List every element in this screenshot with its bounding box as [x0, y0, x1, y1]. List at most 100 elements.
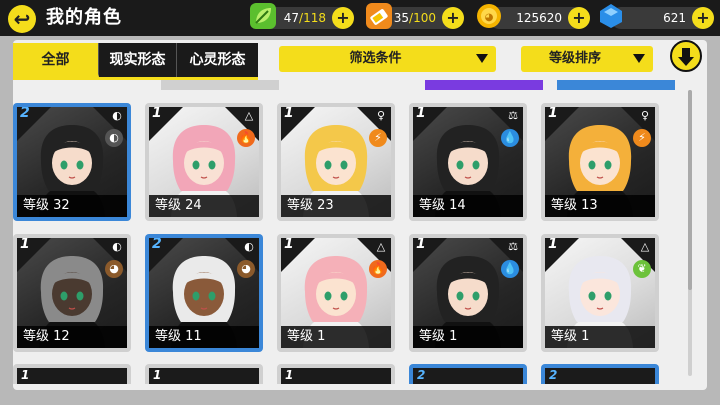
rarity-stars: 1: [416, 107, 426, 121]
energy-current: 35: [393, 11, 410, 25]
form-tabs: 全部 现实形态 心灵形态: [13, 43, 258, 77]
rarity-stars: 2: [20, 107, 30, 121]
coin-resource: ◕ 125620 +: [477, 4, 590, 29]
character-portrait-frame: 1: [17, 368, 127, 384]
stamina-max: /118: [299, 11, 326, 25]
class-symbol-icon: △: [376, 240, 386, 253]
character-card[interactable]: 1 △ 🔥 等级 1: [277, 234, 395, 352]
character-level: 等级 13: [545, 195, 655, 217]
fire-element-icon: 🔥: [369, 260, 387, 278]
character-card[interactable]: 1 ◐ ◕ 等级 12: [13, 234, 131, 352]
back-arrow-icon[interactable]: ↩: [8, 5, 36, 33]
character-card[interactable]: 1 ⚖ 💧 等级 1: [409, 234, 527, 352]
class-symbol-icon: ◐: [244, 240, 254, 253]
energy-resource: 35/100 +: [366, 3, 464, 29]
character-portrait-frame: 1 ♀ ⚡ 等级 13: [545, 107, 655, 217]
character-level: 等级 23: [281, 195, 391, 217]
class-symbol-icon: ⚖: [508, 240, 518, 253]
earth-element-icon: ◕: [105, 260, 123, 278]
rarity-stars: 1: [152, 107, 162, 121]
water-element-icon: 💧: [501, 260, 519, 278]
sort-label: 等级排序: [548, 51, 601, 66]
character-level: 等级 1: [281, 326, 391, 348]
bolt-element-icon: ⚡: [633, 129, 651, 147]
down-arrow-icon[interactable]: [670, 40, 702, 72]
sort-dropdown[interactable]: 等级排序: [521, 46, 653, 72]
character-portrait-frame: 1 ⚖ 💧 等级 14: [413, 107, 523, 217]
page-title: 我的角色: [46, 7, 122, 28]
class-symbol-icon: △: [640, 240, 650, 253]
add-gems-button[interactable]: +: [692, 7, 714, 29]
energy-max: /100: [409, 11, 436, 25]
rarity-stars: 1: [416, 238, 426, 252]
character-card[interactable]: 1 ♀ ⚡ 等级 23: [277, 103, 395, 221]
character-portrait-frame: 1 ◐ ◕ 等级 12: [17, 238, 127, 348]
tab-all[interactable]: 全部: [13, 43, 99, 77]
water-element-icon: 💧: [501, 129, 519, 147]
character-card[interactable]: 2 ◐ ◐ 等级 32: [13, 103, 131, 221]
character-portrait-frame: 1 △ 🔥 等级 24: [149, 107, 259, 217]
character-portrait-frame: 2: [413, 368, 523, 384]
character-card-partial[interactable]: 1: [145, 364, 263, 384]
rarity-stars: 1: [284, 107, 294, 121]
class-symbol-icon: ◐: [112, 109, 122, 122]
character-level: 等级 32: [17, 195, 127, 217]
rarity-stars: 1: [548, 107, 558, 121]
character-portrait-frame: 1 ♀ ⚡ 等级 23: [281, 107, 391, 217]
chevron-down-icon: [633, 54, 645, 63]
class-symbol-icon: △: [244, 109, 254, 122]
class-symbol-icon: ♀: [640, 109, 650, 122]
filter-label: 筛选条件: [349, 51, 402, 66]
chevron-down-icon: [476, 54, 488, 63]
character-portrait-frame: 2 ◐ ◐ 等级 32: [17, 107, 127, 217]
character-portrait-frame: 1 △ 🔥 等级 1: [281, 238, 391, 348]
svg-text:◕: ◕: [485, 12, 494, 23]
character-portrait-frame: 1 ⚖ 💧 等级 1: [413, 238, 523, 348]
add-coins-button[interactable]: +: [568, 7, 590, 29]
character-card-partial[interactable]: 1: [277, 364, 395, 384]
add-energy-button[interactable]: +: [442, 7, 464, 29]
tab-mind-form[interactable]: 心灵形态: [177, 43, 258, 77]
character-card[interactable]: 1 ⚖ 💧 等级 14: [409, 103, 527, 221]
rarity-stars: 2: [152, 238, 162, 252]
character-card[interactable]: 1 △ 🔥 等级 24: [145, 103, 263, 221]
tab-real-form[interactable]: 现实形态: [99, 43, 177, 77]
character-portrait-frame: 2: [545, 368, 655, 384]
rarity-stars: 1: [21, 368, 30, 382]
character-card[interactable]: 1 ♀ ⚡ 等级 13: [541, 103, 659, 221]
coin-icon: ◕: [477, 4, 501, 28]
character-portrait-frame: 1: [281, 368, 391, 384]
coin-amount: 125620: [516, 11, 562, 25]
scrolled-card-edge: [425, 80, 543, 90]
scrollbar-thumb[interactable]: [688, 90, 692, 290]
character-portrait-frame: 2 ◐ ◕ 等级 11: [149, 238, 259, 348]
character-card[interactable]: 2 ◐ ◕ 等级 11: [145, 234, 263, 352]
leaf-icon: [250, 3, 276, 29]
top-bar: ↩ 我的角色 47/118 + 35/100 + ◕ 125620 + 621 …: [0, 0, 720, 36]
battery-icon: [366, 3, 392, 29]
scrolled-card-edge: [161, 80, 279, 90]
leaf-element-icon: ❦: [633, 260, 651, 278]
stamina-current: 47: [283, 11, 300, 25]
rarity-stars: 2: [417, 368, 426, 382]
earth-element-icon: ◕: [237, 260, 255, 278]
class-symbol-icon: ◐: [112, 240, 122, 253]
class-symbol-icon: ⚖: [508, 109, 518, 122]
add-stamina-button[interactable]: +: [332, 7, 354, 29]
character-card-partial[interactable]: 2: [541, 364, 659, 384]
gem-amount: 621: [663, 11, 686, 25]
character-level: 等级 14: [413, 195, 523, 217]
character-level: 等级 1: [413, 326, 523, 348]
character-card-partial[interactable]: 1: [13, 364, 131, 384]
rarity-stars: 1: [548, 238, 558, 252]
scrollbar[interactable]: [688, 90, 692, 376]
filter-dropdown[interactable]: 筛选条件: [279, 46, 496, 72]
character-card[interactable]: 1 △ ❦ 等级 1: [541, 234, 659, 352]
character-card-partial[interactable]: 2: [409, 364, 527, 384]
rarity-stars: 1: [285, 368, 294, 382]
character-portrait-frame: 1: [149, 368, 259, 384]
character-level: 等级 11: [149, 326, 259, 348]
rarity-stars: 1: [153, 368, 162, 382]
gem-resource: 621 +: [600, 4, 714, 29]
rarity-stars: 1: [284, 238, 294, 252]
